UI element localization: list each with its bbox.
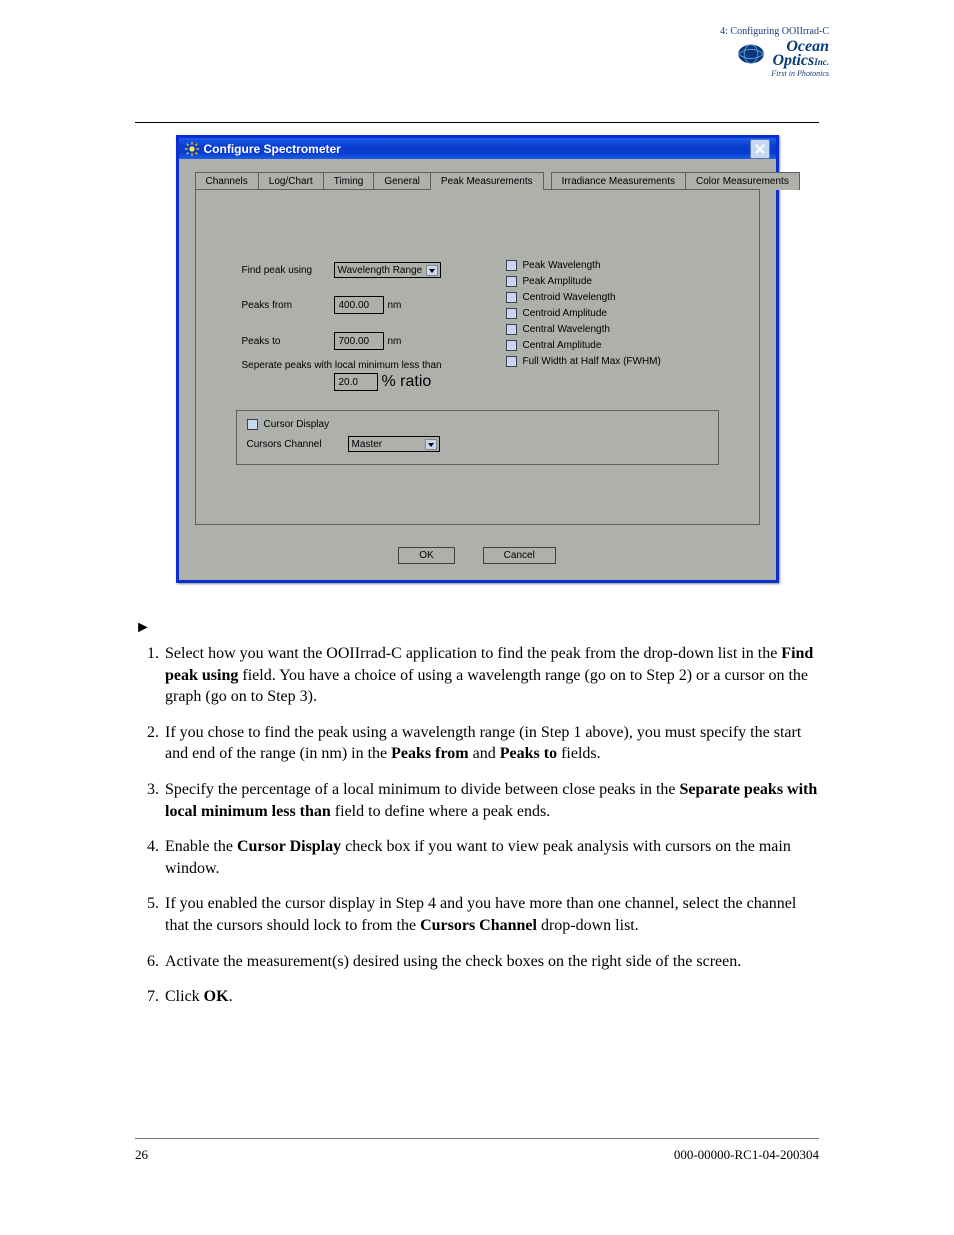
nm-unit: nm xyxy=(388,336,402,347)
cursors-channel-label: Cursors Channel xyxy=(247,439,322,450)
cursors-channel-select[interactable]: Master xyxy=(348,436,440,452)
tab-timing[interactable]: Timing xyxy=(323,172,375,190)
check-central-wavelength[interactable] xyxy=(506,324,517,335)
sun-icon xyxy=(185,142,199,156)
page-footer: 26 000-00000-RC1-04-200304 xyxy=(135,1147,819,1163)
check-fwhm[interactable] xyxy=(506,356,517,367)
configure-spectrometer-dialog: Configure Spectrometer Channels Log/Char… xyxy=(176,135,779,583)
step-3: Specify the percentage of a local minimu… xyxy=(163,779,819,822)
close-icon xyxy=(755,144,765,154)
check-centroid-wavelength[interactable] xyxy=(506,292,517,303)
ratio-input[interactable] xyxy=(334,373,378,391)
step-1: Select how you want the OOIIrrad-C appli… xyxy=(163,643,819,708)
step-2: If you chose to find the peak using a wa… xyxy=(163,722,819,765)
tab-peak-measurements[interactable]: Peak Measurements xyxy=(430,172,544,190)
ok-button[interactable]: OK xyxy=(398,547,454,564)
procedure-section: ► Procedure Select how you want the OOII… xyxy=(135,619,819,1008)
separate-label: Seperate peaks with local minimum less t… xyxy=(242,360,502,371)
tab-general[interactable]: General xyxy=(373,172,431,190)
tab-color-measurements[interactable]: Color Measurements xyxy=(685,172,800,190)
cursor-group: Cursor Display Cursors Channel Master xyxy=(236,410,719,465)
tab-irradiance-measurements[interactable]: Irradiance Measurements xyxy=(551,172,686,190)
peaks-from-label: Peaks from xyxy=(242,300,334,311)
close-button[interactable] xyxy=(750,139,770,159)
peaks-to-input[interactable] xyxy=(334,332,384,350)
peaks-from-input[interactable] xyxy=(334,296,384,314)
check-centroid-amplitude[interactable] xyxy=(506,308,517,319)
cancel-button[interactable]: Cancel xyxy=(483,547,556,564)
tab-strip: Channels Log/Chart Timing General Peak M… xyxy=(195,171,760,189)
peak-measurements-pane: Find peak using Wavelength Range Peaks f… xyxy=(195,189,760,525)
check-cursor-display[interactable] xyxy=(247,419,258,430)
footer-rule xyxy=(135,1138,819,1139)
peaks-to-label: Peaks to xyxy=(242,336,334,347)
measurement-checks: Peak Wavelength Peak Amplitude Centroid … xyxy=(506,260,661,372)
check-peak-wavelength[interactable] xyxy=(506,260,517,271)
brand-logo: Ocean OpticsInc. xyxy=(689,40,829,69)
tab-log-chart[interactable]: Log/Chart xyxy=(258,172,324,190)
ratio-unit: % ratio xyxy=(382,373,432,391)
step-4: Enable the Cursor Display check box if y… xyxy=(163,836,819,879)
step-7: Click OK. xyxy=(163,986,819,1008)
check-peak-amplitude[interactable] xyxy=(506,276,517,287)
procedure-arrow-icon: ► xyxy=(135,619,151,636)
find-peak-select[interactable]: Wavelength Range xyxy=(334,262,442,278)
titlebar[interactable]: Configure Spectrometer xyxy=(179,138,776,159)
running-head: 4: Configuring OOIIrrad-C Ocean OpticsIn… xyxy=(689,26,829,78)
find-peak-label: Find peak using xyxy=(242,265,334,276)
header-rule xyxy=(135,122,819,123)
nm-unit: nm xyxy=(388,300,402,311)
tab-channels[interactable]: Channels xyxy=(195,172,259,190)
doc-code: 000-00000-RC1-04-200304 xyxy=(674,1147,819,1163)
step-6: Activate the measurement(s) desired usin… xyxy=(163,951,819,973)
procedure-list: Select how you want the OOIIrrad-C appli… xyxy=(135,643,819,1008)
step-5: If you enabled the cursor display in Ste… xyxy=(163,893,819,936)
check-central-amplitude[interactable] xyxy=(506,340,517,351)
page-number: 26 xyxy=(135,1147,148,1163)
dialog-title: Configure Spectrometer xyxy=(204,142,341,156)
